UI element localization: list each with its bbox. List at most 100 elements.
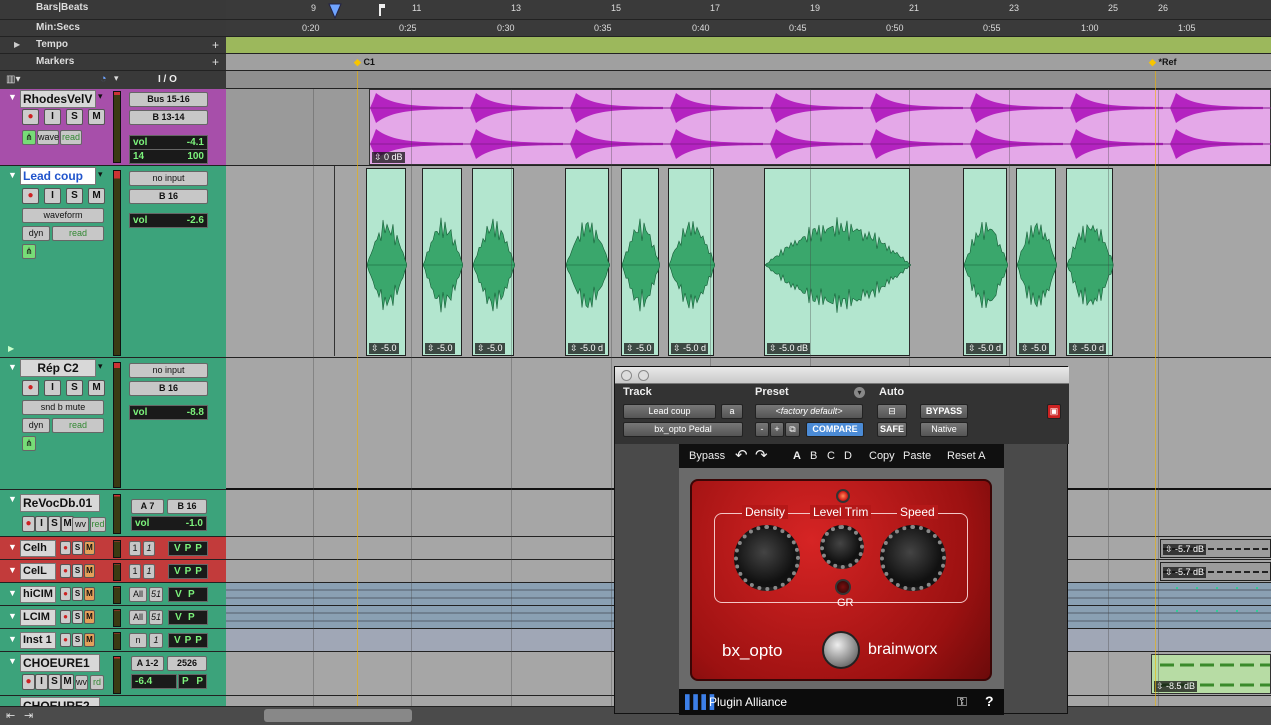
view-selector[interactable]: wv	[72, 517, 89, 532]
mute-button[interactable]: M	[84, 541, 95, 555]
pan-display[interactable]: 14 100	[129, 149, 208, 164]
help-button[interactable]: ?	[985, 693, 994, 709]
track-name[interactable]: Lead coup	[20, 167, 96, 185]
track-lcim[interactable]: ▼ LCIM ● S M All 51 V P	[0, 606, 226, 629]
mute-button[interactable]: M	[61, 674, 74, 690]
track-collapse-icon[interactable]: ▼	[8, 92, 17, 102]
solo-button[interactable]: S	[48, 674, 61, 690]
audio-clip[interactable]: ⇳ -5.0 d	[565, 168, 610, 356]
insert-slot-selector[interactable]: a	[721, 404, 743, 419]
audio-clip[interactable]: ⇳ -5.0	[422, 168, 463, 356]
native-selector[interactable]: Native	[920, 422, 968, 437]
plugin-titlebar[interactable]	[615, 367, 1069, 384]
record-button[interactable]: ●	[22, 188, 39, 204]
mute-button[interactable]: M	[84, 587, 95, 601]
io-b[interactable]: 51	[149, 610, 163, 625]
input-monitor-button[interactable]: I	[44, 188, 61, 204]
view-selector[interactable]: wave	[37, 130, 59, 145]
track-collapse-icon[interactable]: ▼	[8, 542, 17, 552]
bypass-button[interactable]: BYPASS	[920, 404, 968, 419]
safe-button[interactable]: SAFE	[877, 422, 907, 437]
automation-mode[interactable]: read	[60, 130, 82, 145]
clip-gain-label[interactable]: ⇳ -5.0 d	[671, 343, 709, 354]
mute-button[interactable]: M	[84, 564, 95, 578]
mute-button[interactable]: M	[84, 633, 95, 647]
lane-lead-coup[interactable]: ⇳ -5.0 ⇳ -5.0 ⇳ -5.0 ⇳ -5.0 d ⇳ -5.0 ⇳ -…	[226, 166, 1271, 358]
track-lead-coup[interactable]: ▼ Lead coup ▾ ● I S M waveform dyn read …	[0, 166, 226, 358]
solo-button[interactable]: S	[72, 610, 83, 624]
track-celh[interactable]: ▼ Celh ● S M 1 1 V P P	[0, 537, 226, 560]
track-revocdb[interactable]: ▼ ReVocDb.01 ● I S M wv red A 7 B 16 vol…	[0, 490, 226, 537]
output-selector[interactable]: B 16	[129, 381, 208, 396]
track-menu-icon[interactable]: ▾	[98, 361, 103, 372]
io-a[interactable]: n	[129, 633, 147, 648]
compare-button[interactable]: COMPARE	[806, 422, 864, 437]
record-button[interactable]: ●	[60, 541, 71, 555]
input-monitor-button[interactable]: I	[44, 380, 61, 396]
track-menu-icon[interactable]: ▾	[98, 169, 103, 180]
previous-preset-button[interactable]: -	[755, 422, 769, 437]
track-collapse-icon[interactable]: ▼	[8, 634, 17, 644]
clip-gain-label[interactable]: ⇳ -5.0 d	[568, 343, 606, 354]
preset-b-button[interactable]: B	[810, 450, 817, 462]
playlist-icon[interactable]: ⋔	[22, 130, 36, 145]
bx-bypass-button[interactable]: Bypass	[689, 450, 725, 462]
audio-clip[interactable]: ⇳ -5.0 d	[963, 168, 1008, 356]
redo-icon[interactable]: ↷	[755, 446, 768, 464]
preset-d-button[interactable]: D	[844, 450, 852, 462]
track-name[interactable]: hiCIM	[20, 586, 56, 603]
volume-display[interactable]: -6.4	[131, 674, 177, 689]
lane-rhodesvelv[interactable]: ⇳ 0 dB	[226, 89, 1271, 166]
audio-clip[interactable]: ⇳ -5.7 dB	[1160, 562, 1271, 581]
clip-gain-label[interactable]: ⇳ -5.0	[624, 343, 654, 354]
undo-icon[interactable]: ↶	[735, 446, 748, 464]
audio-clip[interactable]: ⇳ -5.0	[1016, 168, 1057, 356]
zoom-in-icon[interactable]: ⇥	[24, 709, 33, 722]
solo-button[interactable]: S	[66, 109, 83, 125]
min-secs-ruler[interactable]: Min:Secs 0:20 0:25 0:30 0:35 0:40 0:45 0…	[0, 20, 1271, 37]
record-button[interactable]: ●	[22, 674, 35, 690]
target-icon[interactable]: ▣	[1047, 404, 1061, 419]
automation-enable-icon[interactable]: ⊟	[877, 404, 907, 419]
pan-display[interactable]: PP	[178, 674, 207, 689]
record-button[interactable]: ●	[60, 610, 71, 624]
track-name[interactable]: RhodesVelV	[20, 90, 96, 108]
mute-button[interactable]: M	[88, 109, 105, 125]
automation-mode[interactable]: red	[90, 517, 106, 532]
mute-button[interactable]: M	[84, 610, 95, 624]
output-selector[interactable]: 2526	[167, 656, 207, 671]
solo-button[interactable]: S	[48, 516, 61, 532]
next-preset-button[interactable]: +	[770, 422, 784, 437]
audio-clip[interactable]: ⇳ -5.0	[472, 168, 515, 356]
output-selector[interactable]: B 16	[129, 189, 208, 204]
record-button[interactable]: ●	[60, 633, 71, 647]
audio-clip[interactable]: ⇳ -5.0 d	[1066, 168, 1114, 356]
view-selector[interactable]: snd b mute	[22, 400, 104, 415]
mute-button[interactable]: M	[88, 380, 105, 396]
track-name[interactable]: CelL	[20, 563, 56, 580]
zoom-out-icon[interactable]: ⇤	[6, 709, 15, 722]
volume-display[interactable]: vol -1.0	[131, 516, 207, 531]
bars-beats-ruler[interactable]: Bars|Beats 9 11 13 15 17 19 21 23 25 26	[0, 0, 1271, 20]
output-selector[interactable]: B 16	[167, 499, 207, 514]
track-choeure1[interactable]: ▼ CHOEURE1 ● I S M wv rd A 1-2 2526 -6.4…	[0, 652, 226, 696]
input-selector[interactable]: no input	[129, 363, 208, 378]
record-button[interactable]: ●	[60, 587, 71, 601]
speed-knob[interactable]	[880, 525, 946, 591]
playlist-icon[interactable]: ⋔	[22, 244, 36, 259]
track-collapse-icon[interactable]: ▼	[8, 362, 17, 372]
clip-gain-label[interactable]: ⇳ -5.0 dB	[767, 343, 811, 354]
input-selector[interactable]: no input	[129, 171, 208, 186]
playlist-selector[interactable]: dyn	[22, 418, 50, 433]
track-name[interactable]: Celh	[20, 540, 56, 557]
automation-mode[interactable]: rd	[90, 675, 104, 690]
io-a[interactable]: All	[129, 587, 147, 602]
track-name[interactable]: ReVocDb.01	[20, 494, 100, 512]
input-monitor-button[interactable]: I	[35, 516, 48, 532]
track-collapse-icon[interactable]: ▼	[8, 170, 17, 180]
track-cell[interactable]: ▼ CelL ● S M 1 1 V P P	[0, 560, 226, 583]
audio-clip[interactable]: ⇳ 0 dB	[369, 89, 1271, 165]
timebase-icon[interactable]: ◔	[100, 73, 107, 85]
audio-clip[interactable]: ⇳ -5.0	[366, 168, 407, 356]
input-selector[interactable]: A 7	[131, 499, 164, 514]
